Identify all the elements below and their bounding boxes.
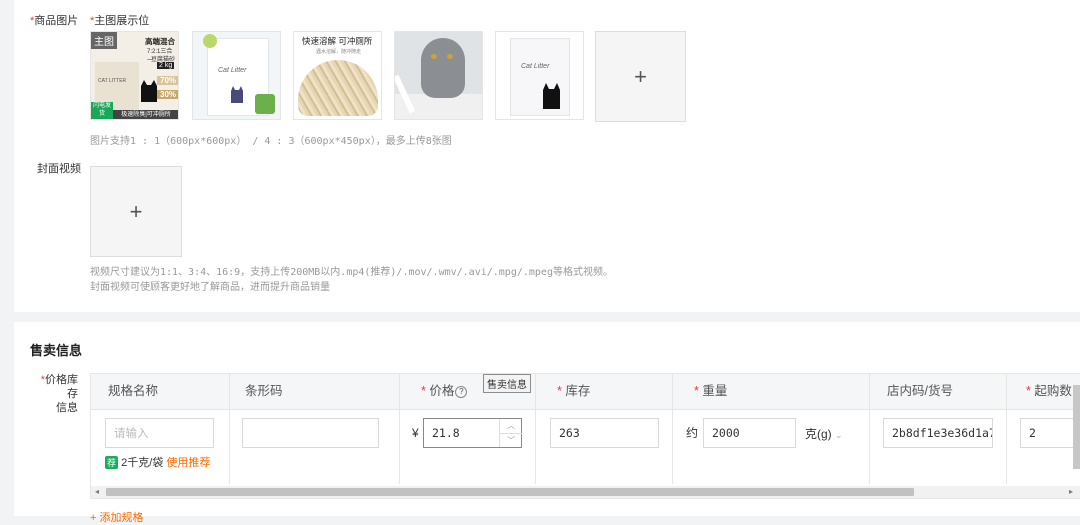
header-min-buy: * 起购数 xyxy=(1026,384,1072,398)
plus-icon: + xyxy=(129,198,143,224)
barcode-input[interactable] xyxy=(242,418,379,448)
section-title: 售卖信息 xyxy=(30,343,83,358)
display-label: *主图展示位 xyxy=(90,15,150,27)
header-barcode: 条形码 xyxy=(245,384,283,398)
black-cat-icon xyxy=(543,83,560,109)
header-stock: * 库存 xyxy=(557,384,591,398)
scrollbar-thumb[interactable] xyxy=(106,488,914,496)
plant-image xyxy=(255,94,275,114)
product-image-4[interactable] xyxy=(394,31,483,120)
recommend-text: 2千克/袋 xyxy=(121,457,164,469)
images-label: *商品图片 xyxy=(30,15,79,27)
header-price: * 价格? xyxy=(421,374,468,409)
weight-unit-select[interactable]: 克(g) ⌄ xyxy=(805,425,843,442)
product-image-2[interactable]: Cat Litter xyxy=(192,31,281,120)
column-divider xyxy=(672,374,673,484)
tooltip: 售卖信息 xyxy=(483,374,531,393)
weight-prefix: 约 xyxy=(686,426,699,440)
header-weight: * 重量 xyxy=(694,384,728,398)
table-header: 规格名称 条形码 * 价格? * 库存 * 重量 店内码/货号 * 起购数 xyxy=(91,374,1080,410)
use-recommend-link[interactable]: 使用推荐 xyxy=(166,457,210,469)
price-stepper[interactable]: ︿ ﹀ xyxy=(499,419,522,447)
litter-pellets-image xyxy=(298,60,378,116)
vertical-scrollbar[interactable] xyxy=(1073,385,1080,469)
black-cat-icon xyxy=(231,86,243,103)
video-hint-1: 视频尺寸建议为1:1、3:4、16:9，支持上传200MB以内.mp4(推荐)/… xyxy=(90,267,613,278)
recommend-row: 荐 2千克/袋 使用推荐 xyxy=(105,454,210,470)
column-divider xyxy=(1006,374,1007,484)
recommend-badge: 荐 xyxy=(105,456,119,469)
cat-eye xyxy=(447,54,453,59)
black-cat-icon xyxy=(141,80,157,102)
product-image-5[interactable]: Cat Litter xyxy=(495,31,584,120)
help-icon[interactable]: ? xyxy=(455,385,468,398)
plus-icon: + xyxy=(634,63,647,89)
main-image-badge: 主图 xyxy=(91,32,117,49)
chevron-up-icon[interactable]: ︿ xyxy=(500,419,522,434)
product-image-3[interactable]: 快速溶解 可冲厕所 遇水溶解，随冲随走 xyxy=(293,31,382,120)
column-divider xyxy=(869,374,870,484)
min-buy-input[interactable]: 2 xyxy=(1020,418,1080,448)
image-hint: 图片支持1 : 1（600px*600px） / 4 : 3（600px*450… xyxy=(90,136,452,147)
litter-bag-image: Cat Litter xyxy=(510,38,570,116)
currency-symbol: ¥ xyxy=(412,426,419,440)
add-spec-link[interactable]: + 添加规格 xyxy=(90,509,143,525)
video-label: 封面视频 xyxy=(37,163,81,175)
upload-image-button[interactable]: + xyxy=(595,31,686,122)
price-stock-label: *价格库存 信息 xyxy=(40,374,78,414)
column-divider xyxy=(535,374,536,484)
sku-table: 规格名称 条形码 * 价格? * 库存 * 重量 店内码/货号 * 起购数 请输… xyxy=(90,373,1080,499)
lime-image xyxy=(203,34,217,48)
cat-eye xyxy=(431,54,437,59)
upload-video-button[interactable]: + xyxy=(90,166,182,257)
weight-input[interactable]: 2000 xyxy=(703,418,796,448)
header-spec: 规格名称 xyxy=(108,384,159,398)
horizontal-scrollbar[interactable]: ◂ ▸ xyxy=(91,486,1080,498)
column-divider xyxy=(399,374,400,484)
spec-name-input[interactable]: 请输入 xyxy=(105,418,214,448)
cat-image xyxy=(421,38,465,98)
column-divider xyxy=(229,374,230,484)
video-hint-2: 封面视频可使顾客更好地了解商品，进而提升商品销量 xyxy=(90,282,330,293)
product-image-1[interactable]: 主图 高端混合 7:2:1三合一 豆腐猫砂 2 kg CAT LITTER 70… xyxy=(90,31,179,120)
stock-input[interactable]: 263 xyxy=(550,418,659,448)
chevron-down-icon: ⌄ xyxy=(835,430,843,440)
chevron-down-icon[interactable]: ﹀ xyxy=(500,434,522,447)
store-code-input[interactable]: 2b8df1e3e36d1a7 xyxy=(883,418,993,448)
scroll-left-icon[interactable]: ◂ xyxy=(95,486,99,498)
scroll-right-icon[interactable]: ▸ xyxy=(1069,486,1073,498)
header-store-code: 店内码/货号 xyxy=(887,384,953,398)
